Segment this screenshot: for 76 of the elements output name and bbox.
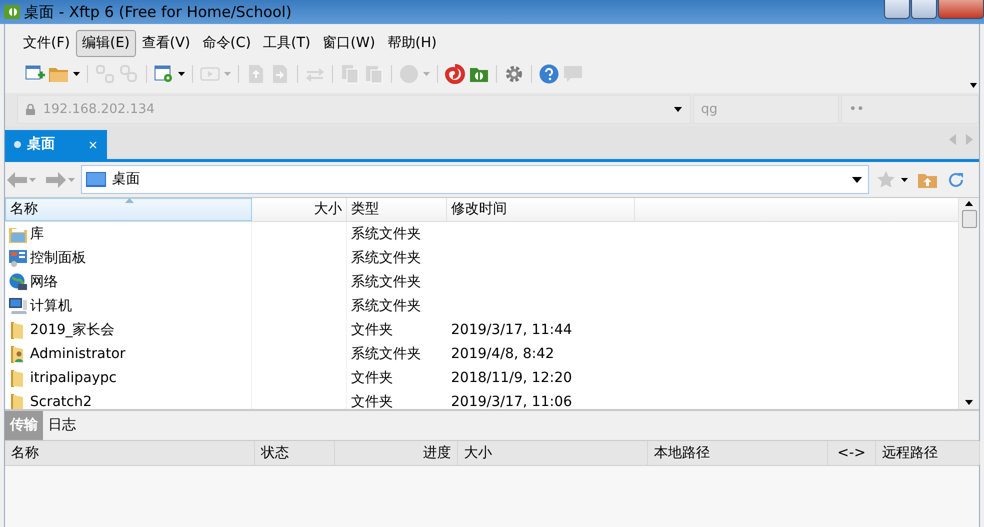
sort-arrow-icon: [124, 198, 134, 203]
column-header[interactable]: 状态: [255, 441, 335, 465]
column-header[interactable]: 大小: [458, 441, 648, 465]
column-header[interactable]: 类型: [347, 198, 447, 221]
menu-item[interactable]: 查看(V): [136, 30, 196, 56]
window-title: 桌面 - Xftp 6 (Free for Home/School): [24, 2, 292, 23]
file-type: 系统文件夹: [351, 248, 421, 268]
caret-icon[interactable]: [73, 72, 80, 76]
file-name[interactable]: 计算机: [30, 296, 72, 316]
file-type: 文件夹: [351, 320, 393, 340]
refresh-icon[interactable]: [947, 170, 965, 188]
menu-item[interactable]: 工具(T): [256, 30, 316, 56]
window-gear-icon[interactable]: [154, 64, 174, 84]
file-name[interactable]: 网络: [30, 272, 58, 292]
globe-icon: [9, 273, 27, 291]
menu-item[interactable]: 文件(F): [17, 30, 76, 56]
menu-item[interactable]: 命令(C): [196, 30, 257, 56]
back-arrow-icon[interactable]: [7, 172, 27, 188]
column-header[interactable]: 远程路径: [876, 441, 980, 465]
scroll-up-icon[interactable]: [965, 201, 973, 206]
file-name[interactable]: Administrator: [30, 344, 126, 364]
modified-date: 2019/4/8, 8:42: [451, 344, 554, 364]
column-header[interactable]: 修改时间: [447, 198, 635, 221]
file-type: 文件夹: [351, 392, 393, 409]
dropdown-caret-icon[interactable]: [674, 107, 682, 112]
file-type: 系统文件夹: [351, 344, 421, 364]
minimize-button[interactable]: [884, 0, 910, 19]
column-header[interactable]: 名称: [5, 441, 255, 465]
scrollbar-thumb[interactable]: [962, 210, 976, 228]
file-type: 文件夹: [351, 368, 393, 388]
session-tab[interactable]: 桌面: [5, 130, 107, 159]
file-name[interactable]: 控制面板: [30, 248, 86, 268]
swirl-icon[interactable]: [445, 64, 465, 84]
column-header[interactable]: <->: [828, 441, 876, 465]
tab-label: 桌面: [27, 135, 55, 154]
modified-date: 2019/3/17, 11:06: [451, 392, 572, 409]
file-type: 系统文件夹: [351, 296, 421, 316]
column-header[interactable]: 本地路径: [648, 441, 828, 465]
modified-date: 2018/11/9, 12:20: [451, 368, 572, 388]
menu-item[interactable]: 窗口(W): [316, 30, 382, 56]
panel-tab[interactable]: 日志: [43, 411, 81, 440]
computer-icon: [9, 297, 27, 315]
file-type: 系统文件夹: [351, 224, 421, 244]
control-panel-icon: [9, 249, 27, 267]
right-arrow-icon[interactable]: [966, 134, 973, 145]
help-icon[interactable]: [539, 64, 559, 84]
column-header[interactable]: 大小: [252, 198, 347, 221]
library-icon: [9, 225, 27, 243]
file-name[interactable]: itripalipaypc: [30, 368, 117, 388]
file-name[interactable]: Scratch2: [30, 392, 92, 409]
star-icon[interactable]: [877, 171, 895, 188]
column-header[interactable]: 进度: [335, 441, 458, 465]
app-icon: [4, 5, 20, 19]
menu-item[interactable]: 编辑(E): [76, 30, 136, 56]
file-name[interactable]: 库: [30, 224, 44, 244]
modified-date: 2019/3/17, 11:44: [451, 320, 572, 340]
forward-arrow-icon[interactable]: [46, 172, 66, 188]
desktop-icon: [86, 172, 106, 187]
folder-up-icon[interactable]: [918, 172, 937, 188]
caret-icon[interactable]: [178, 72, 185, 76]
close-button[interactable]: [938, 0, 984, 19]
lock-icon: [26, 104, 35, 115]
column-header[interactable]: 名称: [5, 198, 252, 221]
caret-icon[interactable]: [901, 178, 908, 182]
dropdown-caret-icon[interactable]: [852, 176, 862, 182]
path-field[interactable]: 桌面: [81, 165, 869, 194]
close-icon[interactable]: [89, 140, 97, 148]
left-arrow-icon[interactable]: [949, 134, 956, 145]
maximize-button[interactable]: [911, 0, 937, 19]
file-type: 系统文件夹: [351, 272, 421, 292]
scroll-down-icon[interactable]: [965, 400, 973, 405]
menu-item[interactable]: 帮助(H): [381, 30, 443, 56]
file-name[interactable]: 2019_家长会: [30, 320, 115, 340]
overflow-caret-icon[interactable]: [970, 83, 977, 88]
dot-icon: [14, 141, 21, 148]
settings-icon[interactable]: [504, 64, 524, 84]
